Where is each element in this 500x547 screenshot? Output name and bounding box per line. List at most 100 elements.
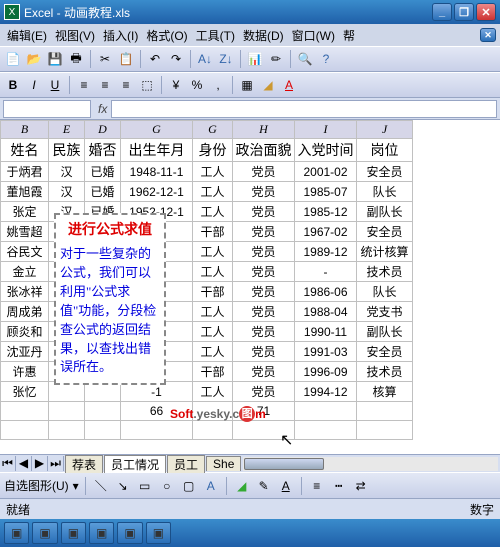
sort-asc-icon[interactable]: A↓ bbox=[196, 50, 214, 68]
undo-icon[interactable]: ↶ bbox=[146, 50, 164, 68]
taskbar-item[interactable]: ▣ bbox=[4, 522, 29, 544]
data-cell[interactable]: 党支书 bbox=[357, 302, 413, 322]
fill-color-icon[interactable]: ◢ bbox=[259, 76, 277, 94]
column-header[interactable]: G bbox=[121, 121, 193, 139]
header-cell[interactable]: 婚否 bbox=[85, 139, 121, 162]
data-cell[interactable]: 党员 bbox=[233, 362, 295, 382]
data-cell[interactable]: 工人 bbox=[193, 382, 233, 402]
data-cell[interactable]: 已婚 bbox=[85, 182, 121, 202]
align-center-icon[interactable]: ≡ bbox=[96, 76, 114, 94]
fx-icon[interactable]: fx bbox=[94, 102, 111, 116]
data-cell[interactable]: 顾炎和 bbox=[1, 322, 49, 342]
font-color-icon[interactable]: A bbox=[280, 76, 298, 94]
data-cell[interactable]: 党员 bbox=[233, 162, 295, 182]
data-cell[interactable]: 党员 bbox=[233, 242, 295, 262]
oval-icon[interactable]: ○ bbox=[158, 477, 176, 495]
autoshapes-menu[interactable]: 自选图形(U) bbox=[4, 477, 69, 494]
data-cell[interactable]: 张定 bbox=[1, 202, 49, 222]
column-header[interactable]: I bbox=[295, 121, 357, 139]
wordart-icon[interactable]: A bbox=[202, 477, 220, 495]
data-cell[interactable]: 统计核算 bbox=[357, 242, 413, 262]
merge-icon[interactable]: ⬚ bbox=[138, 76, 156, 94]
zoom-icon[interactable]: 🔍 bbox=[296, 50, 314, 68]
data-cell[interactable]: 1988-04 bbox=[295, 302, 357, 322]
menu-data[interactable]: 数据(D) bbox=[240, 25, 287, 46]
data-cell[interactable] bbox=[295, 421, 357, 440]
data-cell[interactable]: 党员 bbox=[233, 222, 295, 242]
data-cell[interactable]: 干部 bbox=[193, 222, 233, 242]
save-icon[interactable]: 💾 bbox=[46, 50, 64, 68]
data-cell[interactable]: 1991-03 bbox=[295, 342, 357, 362]
data-cell[interactable]: 工人 bbox=[193, 322, 233, 342]
menu-window[interactable]: 窗口(W) bbox=[289, 25, 338, 46]
data-cell[interactable]: 工人 bbox=[193, 202, 233, 222]
data-cell[interactable] bbox=[1, 421, 49, 440]
column-header[interactable]: E bbox=[49, 121, 85, 139]
tab-last-icon[interactable]: ⏭ bbox=[48, 456, 64, 471]
data-cell[interactable]: 汉 bbox=[49, 182, 85, 202]
name-box[interactable] bbox=[3, 100, 91, 118]
data-cell[interactable] bbox=[49, 402, 85, 421]
menu-format[interactable]: 格式(O) bbox=[143, 25, 190, 46]
data-cell[interactable]: 工人 bbox=[193, 302, 233, 322]
font-color-icon[interactable]: A bbox=[277, 477, 295, 495]
data-cell[interactable]: 2001-02 bbox=[295, 162, 357, 182]
header-cell[interactable]: 政治面貌 bbox=[233, 139, 295, 162]
column-header[interactable]: D bbox=[85, 121, 121, 139]
data-cell[interactable]: 1962-12-1 bbox=[121, 182, 193, 202]
data-cell[interactable]: - bbox=[295, 262, 357, 282]
comma-icon[interactable]: , bbox=[209, 76, 227, 94]
column-header[interactable]: H bbox=[233, 121, 295, 139]
header-cell[interactable]: 身份 bbox=[193, 139, 233, 162]
italic-icon[interactable]: I bbox=[25, 76, 43, 94]
open-icon[interactable]: 📂 bbox=[25, 50, 43, 68]
data-cell[interactable] bbox=[49, 421, 85, 440]
dash-style-icon[interactable]: ┅ bbox=[330, 477, 348, 495]
arrow-style-icon[interactable]: ⇄ bbox=[352, 477, 370, 495]
close-button[interactable]: ✕ bbox=[476, 3, 496, 21]
data-cell[interactable]: 安全员 bbox=[357, 222, 413, 242]
currency-icon[interactable]: ¥ bbox=[167, 76, 185, 94]
data-cell[interactable]: 姚雪超 bbox=[1, 222, 49, 242]
taskbar-item[interactable]: ▣ bbox=[61, 522, 86, 544]
data-cell[interactable] bbox=[85, 421, 121, 440]
data-cell[interactable]: 1990-11 bbox=[295, 322, 357, 342]
line-color-icon[interactable]: ✎ bbox=[255, 477, 273, 495]
bold-icon[interactable]: B bbox=[4, 76, 22, 94]
data-cell[interactable]: 技术员 bbox=[357, 262, 413, 282]
data-cell[interactable]: 1948-11-1 bbox=[121, 162, 193, 182]
print-icon[interactable]: 🖶 bbox=[67, 50, 85, 68]
data-cell[interactable]: 周成弟 bbox=[1, 302, 49, 322]
data-cell[interactable]: 金立 bbox=[1, 262, 49, 282]
underline-icon[interactable]: U bbox=[46, 76, 64, 94]
sheet-tab[interactable]: 员工情况 bbox=[104, 455, 166, 473]
redo-icon[interactable]: ↷ bbox=[167, 50, 185, 68]
data-cell[interactable]: 董旭霞 bbox=[1, 182, 49, 202]
data-cell[interactable]: 党员 bbox=[233, 302, 295, 322]
menu-edit[interactable]: 编辑(E) bbox=[4, 25, 50, 46]
data-cell[interactable]: 技术员 bbox=[357, 362, 413, 382]
worksheet-area[interactable]: BEDGGHIJ姓名民族婚否出生年月身份政治面貌入党时间岗位于炳君汉已婚1948… bbox=[0, 120, 500, 454]
help-icon[interactable]: ? bbox=[317, 50, 335, 68]
rectangle-icon[interactable]: ▭ bbox=[136, 477, 154, 495]
data-cell[interactable] bbox=[357, 402, 413, 421]
header-cell[interactable]: 出生年月 bbox=[121, 139, 193, 162]
align-left-icon[interactable]: ≡ bbox=[75, 76, 93, 94]
column-header[interactable]: G bbox=[193, 121, 233, 139]
data-cell[interactable]: 党员 bbox=[233, 322, 295, 342]
column-header[interactable]: J bbox=[357, 121, 413, 139]
data-cell[interactable]: 工人 bbox=[193, 342, 233, 362]
taskbar-item[interactable]: ▣ bbox=[146, 522, 171, 544]
fill-icon[interactable]: ◢ bbox=[233, 477, 251, 495]
maximize-button[interactable]: ❐ bbox=[454, 3, 474, 21]
data-cell[interactable]: 党员 bbox=[233, 342, 295, 362]
taskbar-item[interactable]: ▣ bbox=[32, 522, 57, 544]
data-cell[interactable]: 党员 bbox=[233, 202, 295, 222]
data-cell[interactable]: 副队长 bbox=[357, 322, 413, 342]
data-cell[interactable]: 队长 bbox=[357, 282, 413, 302]
percent-icon[interactable]: % bbox=[188, 76, 206, 94]
column-header[interactable]: B bbox=[1, 121, 49, 139]
data-cell[interactable]: 干部 bbox=[193, 362, 233, 382]
line-style-icon[interactable]: ≡ bbox=[308, 477, 326, 495]
data-cell[interactable] bbox=[193, 421, 233, 440]
